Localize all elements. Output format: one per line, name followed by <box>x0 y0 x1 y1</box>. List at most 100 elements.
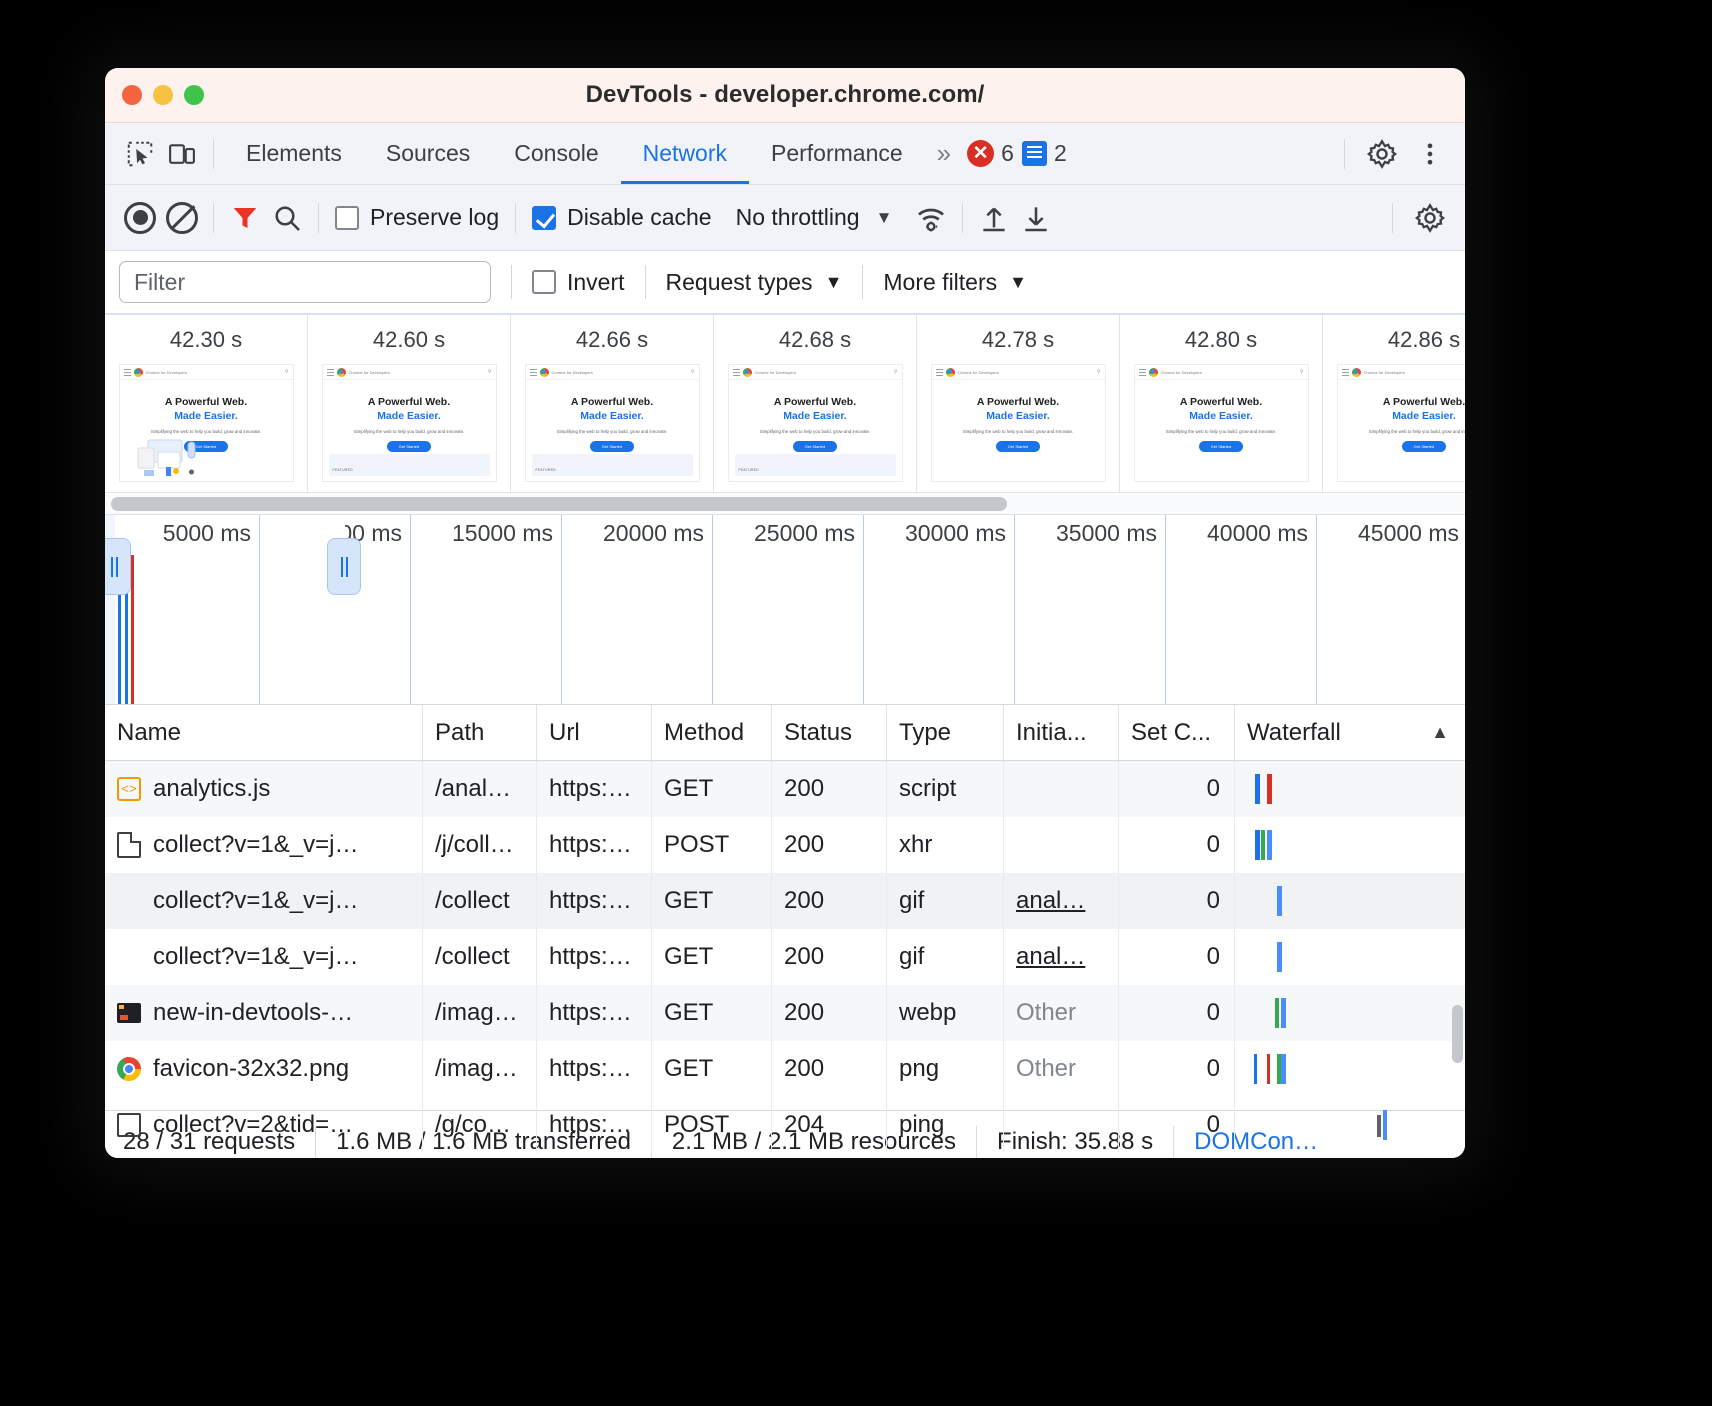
cell-url: https:… <box>537 873 652 929</box>
column-header-waterfall[interactable]: Waterfall ▲ <box>1235 705 1465 760</box>
tab-console[interactable]: Console <box>492 123 620 184</box>
column-header-name[interactable]: Name <box>105 705 423 760</box>
wifi-settings-icon[interactable] <box>910 197 952 239</box>
network-overview[interactable]: 5000 ms 10000 ms 15000 ms 20000 ms 25000… <box>105 515 1465 705</box>
chrome-logo-icon <box>1352 368 1361 377</box>
cell-name[interactable]: collect?v=1&_v=j… <box>105 929 423 985</box>
tabstrip-divider <box>213 139 214 169</box>
filmstrip-scrollbar[interactable] <box>105 493 1465 515</box>
cell-set-cookies: 0 <box>1119 873 1235 929</box>
cell-name[interactable]: collect?v=2&tid=… <box>105 1097 423 1153</box>
table-row[interactable]: new-in-devtools-… /imag… https:… GET 200… <box>105 985 1465 1041</box>
column-label: Waterfall <box>1247 719 1341 747</box>
filmstrip-frame[interactable]: 42.60 s Chrome for Developers ⚲ A Powerf… <box>308 315 511 492</box>
table-row[interactable]: collect?v=2&tid=… /g/co… https:… POST 20… <box>105 1097 1465 1153</box>
invert-checkbox[interactable]: Invert <box>532 269 625 296</box>
cell-type: xhr <box>887 817 1004 873</box>
cell-initiator[interactable]: anal… <box>1004 873 1119 929</box>
column-header-url[interactable]: Url <box>537 705 652 760</box>
waterfall-bar <box>1261 830 1265 860</box>
shot-subtitle: Simplifying the web to help you build, g… <box>1135 429 1308 434</box>
column-header-initiator[interactable]: Initia... <box>1004 705 1119 760</box>
filmstrip-frame[interactable]: 42.80 s Chrome for Developers ⚲ A Powerf… <box>1120 315 1323 492</box>
name-wrapper: favicon-32x32.png <box>117 1055 349 1083</box>
shot-brand: Chrome for Developers <box>146 370 187 375</box>
more-tabs-chevron-icon[interactable]: » <box>925 138 959 169</box>
import-har-icon[interactable] <box>973 197 1015 239</box>
column-header-method[interactable]: Method <box>652 705 772 760</box>
table-row[interactable]: collect?v=1&_v=j… /collect https:… GET 2… <box>105 929 1465 985</box>
tabstrip-right-tools <box>1334 133 1451 175</box>
request-types-dropdown[interactable]: Request types ▼ <box>666 269 843 296</box>
error-x-icon: ✕ <box>967 140 994 167</box>
preserve-log-box[interactable] <box>335 206 359 230</box>
invert-box[interactable] <box>532 270 556 294</box>
filmstrip[interactable]: 42.30 s Chrome for Developers ⚲ A Powerf… <box>105 315 1465 493</box>
shot-subtitle: Simplifying the web to help you build, g… <box>526 429 699 434</box>
filmstrip-frame[interactable]: 42.68 s Chrome for Developers ⚲ A Powerf… <box>714 315 917 492</box>
table-row[interactable]: favicon-32x32.png /imag… https:… GET 200… <box>105 1041 1465 1097</box>
cell-url: https:… <box>537 761 652 817</box>
cell-name[interactable]: collect?v=1&_v=j… <box>105 817 423 873</box>
shot-navbar: Chrome for Developers ⚲ <box>323 365 496 380</box>
shot-headline-1: A Powerful Web. <box>729 396 902 408</box>
initiator-link[interactable]: anal… <box>1016 887 1085 915</box>
cell-method: GET <box>652 1041 772 1097</box>
cell-initiator[interactable]: anal… <box>1004 929 1119 985</box>
overview-right-handle[interactable] <box>327 538 361 595</box>
column-header-status[interactable]: Status <box>772 705 887 760</box>
clear-button[interactable] <box>161 197 203 239</box>
tab-elements[interactable]: Elements <box>224 123 364 184</box>
disable-cache-box[interactable] <box>532 206 556 230</box>
initiator-link[interactable]: anal… <box>1016 943 1085 971</box>
throttling-select-value[interactable]: No throttling <box>736 204 860 231</box>
funnel-icon[interactable] <box>224 197 266 239</box>
table-row[interactable]: collect?v=1&_v=j… /collect https:… GET 2… <box>105 873 1465 929</box>
disable-cache-checkbox[interactable]: Disable cache <box>532 204 711 231</box>
kebab-menu-icon[interactable] <box>1409 133 1451 175</box>
cell-name[interactable]: new-in-devtools-… <box>105 985 423 1041</box>
network-settings-gear-icon[interactable] <box>1409 197 1451 239</box>
tab-performance[interactable]: Performance <box>749 123 925 184</box>
preserve-log-checkbox[interactable]: Preserve log <box>335 204 499 231</box>
filmstrip-frame[interactable]: 42.66 s Chrome for Developers ⚲ A Powerf… <box>511 315 714 492</box>
gear-icon[interactable] <box>1361 133 1403 175</box>
column-header-type[interactable]: Type <box>887 705 1004 760</box>
device-toolbar-icon[interactable] <box>161 133 203 175</box>
record-button[interactable] <box>119 197 161 239</box>
table-vertical-scrollbar-thumb[interactable] <box>1452 1005 1463 1063</box>
network-toolbar: Preserve log Disable cache No throttling… <box>105 185 1465 251</box>
tab-label: Performance <box>771 140 903 167</box>
warning-count-badge[interactable]: 2 <box>1022 140 1067 167</box>
cell-name[interactable]: <> analytics.js <box>105 761 423 817</box>
column-header-set-cookies[interactable]: Set C... <box>1119 705 1235 760</box>
frame-timestamp: 42.60 s <box>373 327 445 353</box>
more-filters-dropdown[interactable]: More filters ▼ <box>883 269 1027 296</box>
cell-name[interactable]: collect?v=1&_v=j… <box>105 873 423 929</box>
table-row[interactable]: collect?v=1&_v=j… /j/coll… https:… POST … <box>105 817 1465 873</box>
frame-screenshot: Chrome for Developers A Powerful Web. Ma… <box>1337 364 1466 482</box>
tab-network[interactable]: Network <box>621 123 749 184</box>
inspect-element-icon[interactable] <box>119 133 161 175</box>
cell-method: GET <box>652 873 772 929</box>
filter-input[interactable] <box>119 261 491 303</box>
filmstrip-scrollbar-thumb[interactable] <box>111 497 1007 511</box>
cell-name[interactable]: favicon-32x32.png <box>105 1041 423 1097</box>
error-count-badge[interactable]: ✕ 6 <box>967 140 1014 167</box>
request-name: collect?v=2&tid=… <box>153 1111 353 1139</box>
chevron-down-icon[interactable]: ▼ <box>876 208 893 228</box>
overview-left-handle[interactable] <box>105 538 131 595</box>
cell-url: https:… <box>537 985 652 1041</box>
shot-brand: Chrome for Developers <box>1161 370 1202 375</box>
cell-waterfall <box>1235 873 1465 929</box>
table-row[interactable]: <> analytics.js /anal… https:… GET 200 s… <box>105 761 1465 817</box>
magnifier-icon[interactable] <box>266 197 308 239</box>
filmstrip-frame[interactable]: 42.86 s Chrome for Developers A Powerful… <box>1323 315 1465 492</box>
filmstrip-frame[interactable]: 42.30 s Chrome for Developers ⚲ A Powerf… <box>105 315 308 492</box>
cell-status: 200 <box>772 929 887 985</box>
filmstrip-frame[interactable]: 42.78 s Chrome for Developers ⚲ A Powerf… <box>917 315 1120 492</box>
column-header-path[interactable]: Path <box>423 705 537 760</box>
export-har-icon[interactable] <box>1015 197 1057 239</box>
cell-waterfall <box>1235 761 1465 817</box>
tab-sources[interactable]: Sources <box>364 123 492 184</box>
